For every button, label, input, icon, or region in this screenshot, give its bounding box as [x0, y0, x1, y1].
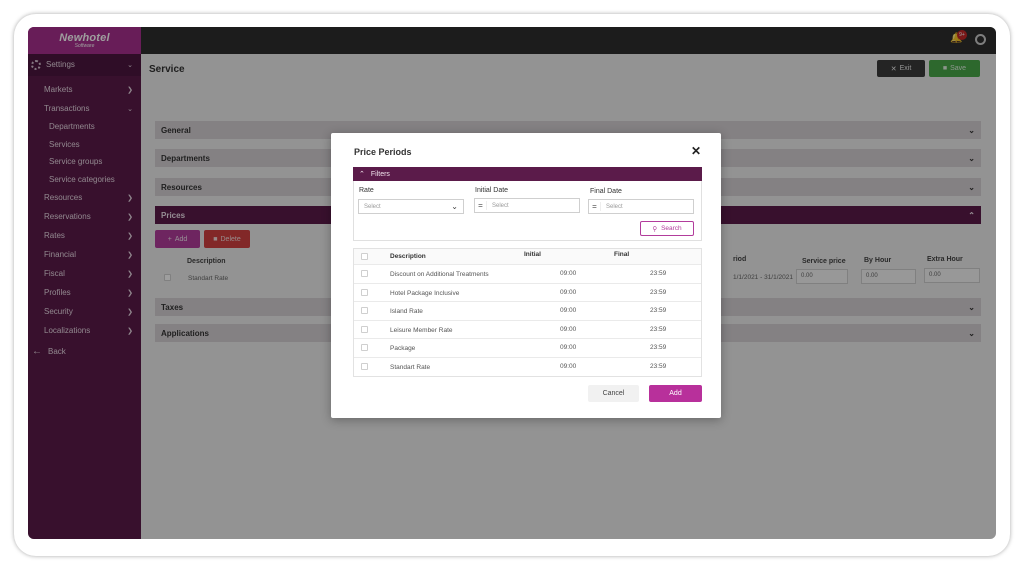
close-icon[interactable]: ✕ [691, 144, 701, 158]
final-date-placeholder: Select [606, 203, 623, 210]
row-checkbox[interactable] [361, 307, 368, 314]
equals-icon: = [589, 202, 601, 211]
row-initial: 09:00 [560, 325, 577, 333]
cancel-button[interactable]: Cancel [588, 385, 639, 402]
row-description: Discount on Additional Treatments [390, 271, 489, 278]
row-checkbox[interactable] [361, 362, 368, 370]
table-row[interactable]: Leisure Member Rate 09:00 23:59 [354, 321, 701, 339]
price-periods-table: Description Initial Final Discount on Ad… [353, 248, 702, 377]
rate-placeholder: Select [364, 203, 381, 210]
row-initial: 09:00 [560, 307, 577, 314]
table-row[interactable]: Discount on Additional Treatments 09:00 … [354, 265, 701, 284]
col-description: Description [390, 253, 426, 260]
table-row[interactable]: Standart Rate 09:00 23:59 [354, 358, 701, 377]
row-final: 23:59 [650, 362, 667, 370]
row-final: 23:59 [650, 270, 667, 277]
initial-date-placeholder: Select [492, 202, 509, 209]
row-checkbox[interactable] [361, 288, 368, 296]
equals-icon: = [475, 201, 487, 210]
row-initial: 09:00 [560, 270, 577, 277]
row-final: 23:59 [650, 288, 667, 296]
filters-label: Filters [370, 170, 390, 178]
row-checkbox[interactable] [361, 270, 368, 277]
table-row[interactable]: Package 09:00 23:59 [354, 339, 701, 358]
row-final: 23:59 [650, 307, 667, 314]
row-initial: 09:00 [560, 288, 577, 296]
col-initial: Initial [524, 251, 541, 258]
filters-toggle[interactable]: ⌃ Filters [353, 167, 702, 181]
rate-label: Rate [359, 187, 374, 194]
row-initial: 09:00 [560, 362, 577, 370]
filters-panel: Rate Select ⌄ Initial Date = Select Fina… [353, 181, 702, 241]
search-button[interactable]: ⚲ Search [640, 221, 694, 236]
modal-title: Price Periods [354, 147, 412, 157]
row-initial: 09:00 [560, 344, 577, 351]
initial-date-input[interactable]: = Select [474, 198, 580, 213]
select-all-checkbox[interactable] [361, 253, 368, 260]
search-icon: ⚲ [652, 225, 658, 233]
chevron-down-icon: ⌄ [451, 202, 458, 211]
price-periods-modal: Price Periods ✕ ⌃ Filters Rate Select ⌄ … [331, 133, 721, 418]
row-checkbox[interactable] [361, 325, 368, 333]
row-final: 23:59 [650, 325, 667, 333]
row-final: 23:59 [650, 344, 667, 351]
final-date-label: Final Date [590, 188, 622, 195]
row-description: Hotel Package Inclusive [390, 289, 460, 297]
row-checkbox[interactable] [361, 344, 368, 351]
final-date-input[interactable]: = Select [588, 199, 694, 214]
add-button[interactable]: Add [649, 385, 702, 402]
row-description: Island Rate [390, 308, 423, 315]
row-description: Leisure Member Rate [390, 326, 453, 334]
rate-select[interactable]: Select ⌄ [358, 199, 464, 214]
initial-date-label: Initial Date [475, 187, 509, 194]
chevron-up-icon: ⌃ [359, 171, 365, 178]
row-description: Standart Rate [390, 363, 431, 371]
row-description: Package [390, 345, 416, 352]
table-header: Description Initial Final [354, 249, 701, 265]
table-row[interactable]: Hotel Package Inclusive 09:00 23:59 [354, 284, 701, 302]
search-label: Search [661, 225, 682, 232]
table-row[interactable]: Island Rate 09:00 23:59 [354, 302, 701, 321]
col-final: Final [614, 251, 630, 258]
